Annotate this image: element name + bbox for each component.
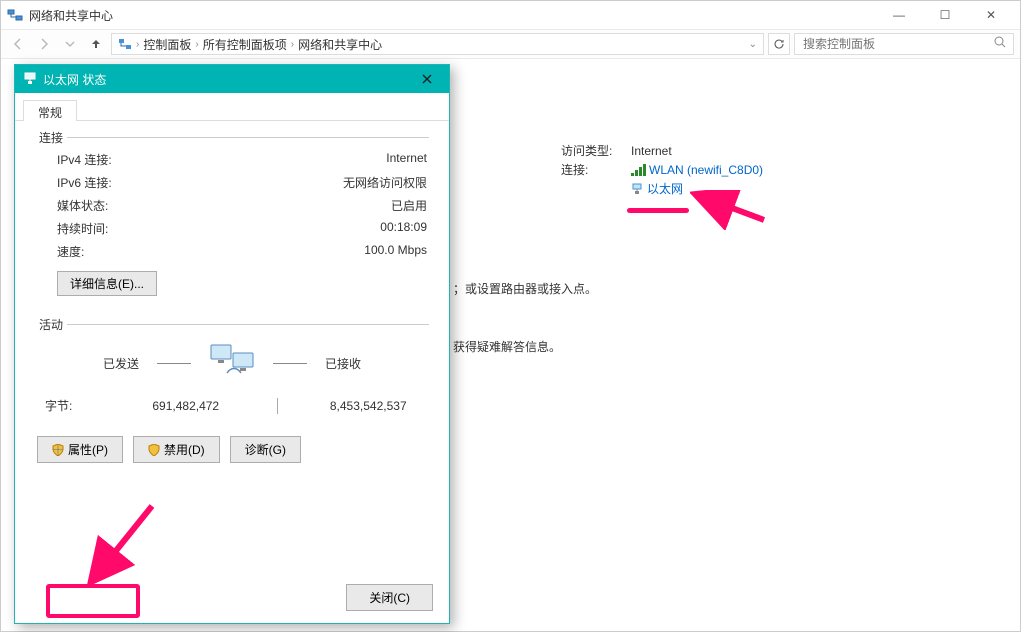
up-button[interactable] <box>85 33 107 55</box>
access-type-label: 访问类型: <box>561 142 631 159</box>
address-bar: › 控制面板 › 所有控制面板项 › 网络和共享中心 ⌄ <box>1 29 1020 59</box>
chevron-right-icon: › <box>195 39 198 50</box>
bytes-label: 字节: <box>45 397 135 414</box>
sent-bytes: 691,482,472 <box>135 399 237 413</box>
action-buttons: 属性(P) 禁用(D) 诊断(G) <box>37 436 427 463</box>
search-icon[interactable] <box>994 36 1007 52</box>
minimize-button[interactable]: — <box>876 1 922 29</box>
connections-label: 连接: <box>561 161 631 178</box>
dialog-title: 以太网 状态 <box>43 71 413 88</box>
sent-label: 已发送 <box>103 355 139 372</box>
forward-button[interactable] <box>33 33 55 55</box>
crumb-all-items[interactable]: 所有控制面板项 <box>203 36 287 53</box>
details-button[interactable]: 详细信息(E)... <box>57 271 157 296</box>
hint-text-2: 获得疑难解答信息。 <box>453 338 561 355</box>
recent-dropdown[interactable] <box>59 33 81 55</box>
dialog-footer: 关闭(C) <box>346 584 433 611</box>
media-row: 媒体状态:已启用 <box>37 194 427 217</box>
properties-button[interactable]: 属性(P) <box>37 436 123 463</box>
tab-general[interactable]: 常规 <box>23 100 77 121</box>
network-center-icon <box>7 7 23 23</box>
breadcrumb[interactable]: › 控制面板 › 所有控制面板项 › 网络和共享中心 ⌄ <box>111 33 764 55</box>
ethernet-link[interactable]: 以太网 <box>647 180 683 197</box>
activity-header: 已发送 已接收 <box>37 343 427 383</box>
access-type-value: Internet <box>631 144 672 158</box>
disable-button[interactable]: 禁用(D) <box>133 436 220 463</box>
ethernet-icon <box>23 72 37 86</box>
close-button[interactable]: ✕ <box>968 1 1014 29</box>
duration-row: 持续时间:00:18:09 <box>37 217 427 240</box>
ipv6-row: IPv6 连接:无网络访问权限 <box>37 171 427 194</box>
recv-label: 已接收 <box>325 355 361 372</box>
recv-bytes: 8,453,542,537 <box>318 399 420 413</box>
activity-group: 活动 已发送 已接收 <box>35 324 429 465</box>
chevron-down-icon[interactable]: ⌄ <box>749 39 757 50</box>
search-box[interactable] <box>794 33 1014 55</box>
ipv4-row: IPv4 连接:Internet <box>37 148 427 171</box>
dialog-body: 连接 IPv4 连接:Internet IPv6 连接:无网络访问权限 媒体状态… <box>15 121 449 473</box>
crumb-control-panel[interactable]: 控制面板 <box>143 36 191 53</box>
chevron-right-icon: › <box>291 39 294 50</box>
ethernet-icon <box>631 183 643 195</box>
dialog-titlebar[interactable]: 以太网 状态 <box>15 65 449 93</box>
hint-text-1: ；或设置路由器或接入点。 <box>453 280 597 297</box>
speed-row: 速度:100.0 Mbps <box>37 240 427 263</box>
chevron-right-icon: › <box>136 39 139 50</box>
ethernet-status-dialog: 以太网 状态 常规 连接 IPv4 连接:Internet IPv6 连接:无网… <box>14 64 450 624</box>
titlebar: 网络和共享中心 — ☐ ✕ <box>1 1 1020 29</box>
maximize-button[interactable]: ☐ <box>922 1 968 29</box>
connection-group-label: 连接 <box>35 129 67 146</box>
window-title: 网络和共享中心 <box>29 7 113 24</box>
dialog-close-button[interactable] <box>413 67 441 91</box>
tabstrip: 常规 <box>15 93 449 121</box>
dialog-close-btn[interactable]: 关闭(C) <box>346 584 433 611</box>
network-info: 访问类型: Internet 连接: WLAN (newifi_C8D0) 以太… <box>561 142 981 199</box>
shield-icon <box>148 444 160 456</box>
back-button[interactable] <box>7 33 29 55</box>
search-input[interactable] <box>801 36 988 52</box>
connection-group: 连接 IPv4 连接:Internet IPv6 连接:无网络访问权限 媒体状态… <box>35 137 429 298</box>
network-center-icon <box>118 37 132 51</box>
bytes-row: 字节: 691,482,472 8,453,542,537 <box>37 393 427 418</box>
wifi-icon <box>631 164 645 176</box>
activity-computers-icon <box>209 343 255 383</box>
wlan-link[interactable]: WLAN (newifi_C8D0) <box>649 163 763 177</box>
refresh-button[interactable] <box>768 33 790 55</box>
crumb-network-center[interactable]: 网络和共享中心 <box>298 36 382 53</box>
shield-icon <box>52 444 64 456</box>
diagnose-button[interactable]: 诊断(G) <box>230 436 301 463</box>
activity-group-label: 活动 <box>35 316 67 333</box>
window-controls: — ☐ ✕ <box>876 1 1014 29</box>
